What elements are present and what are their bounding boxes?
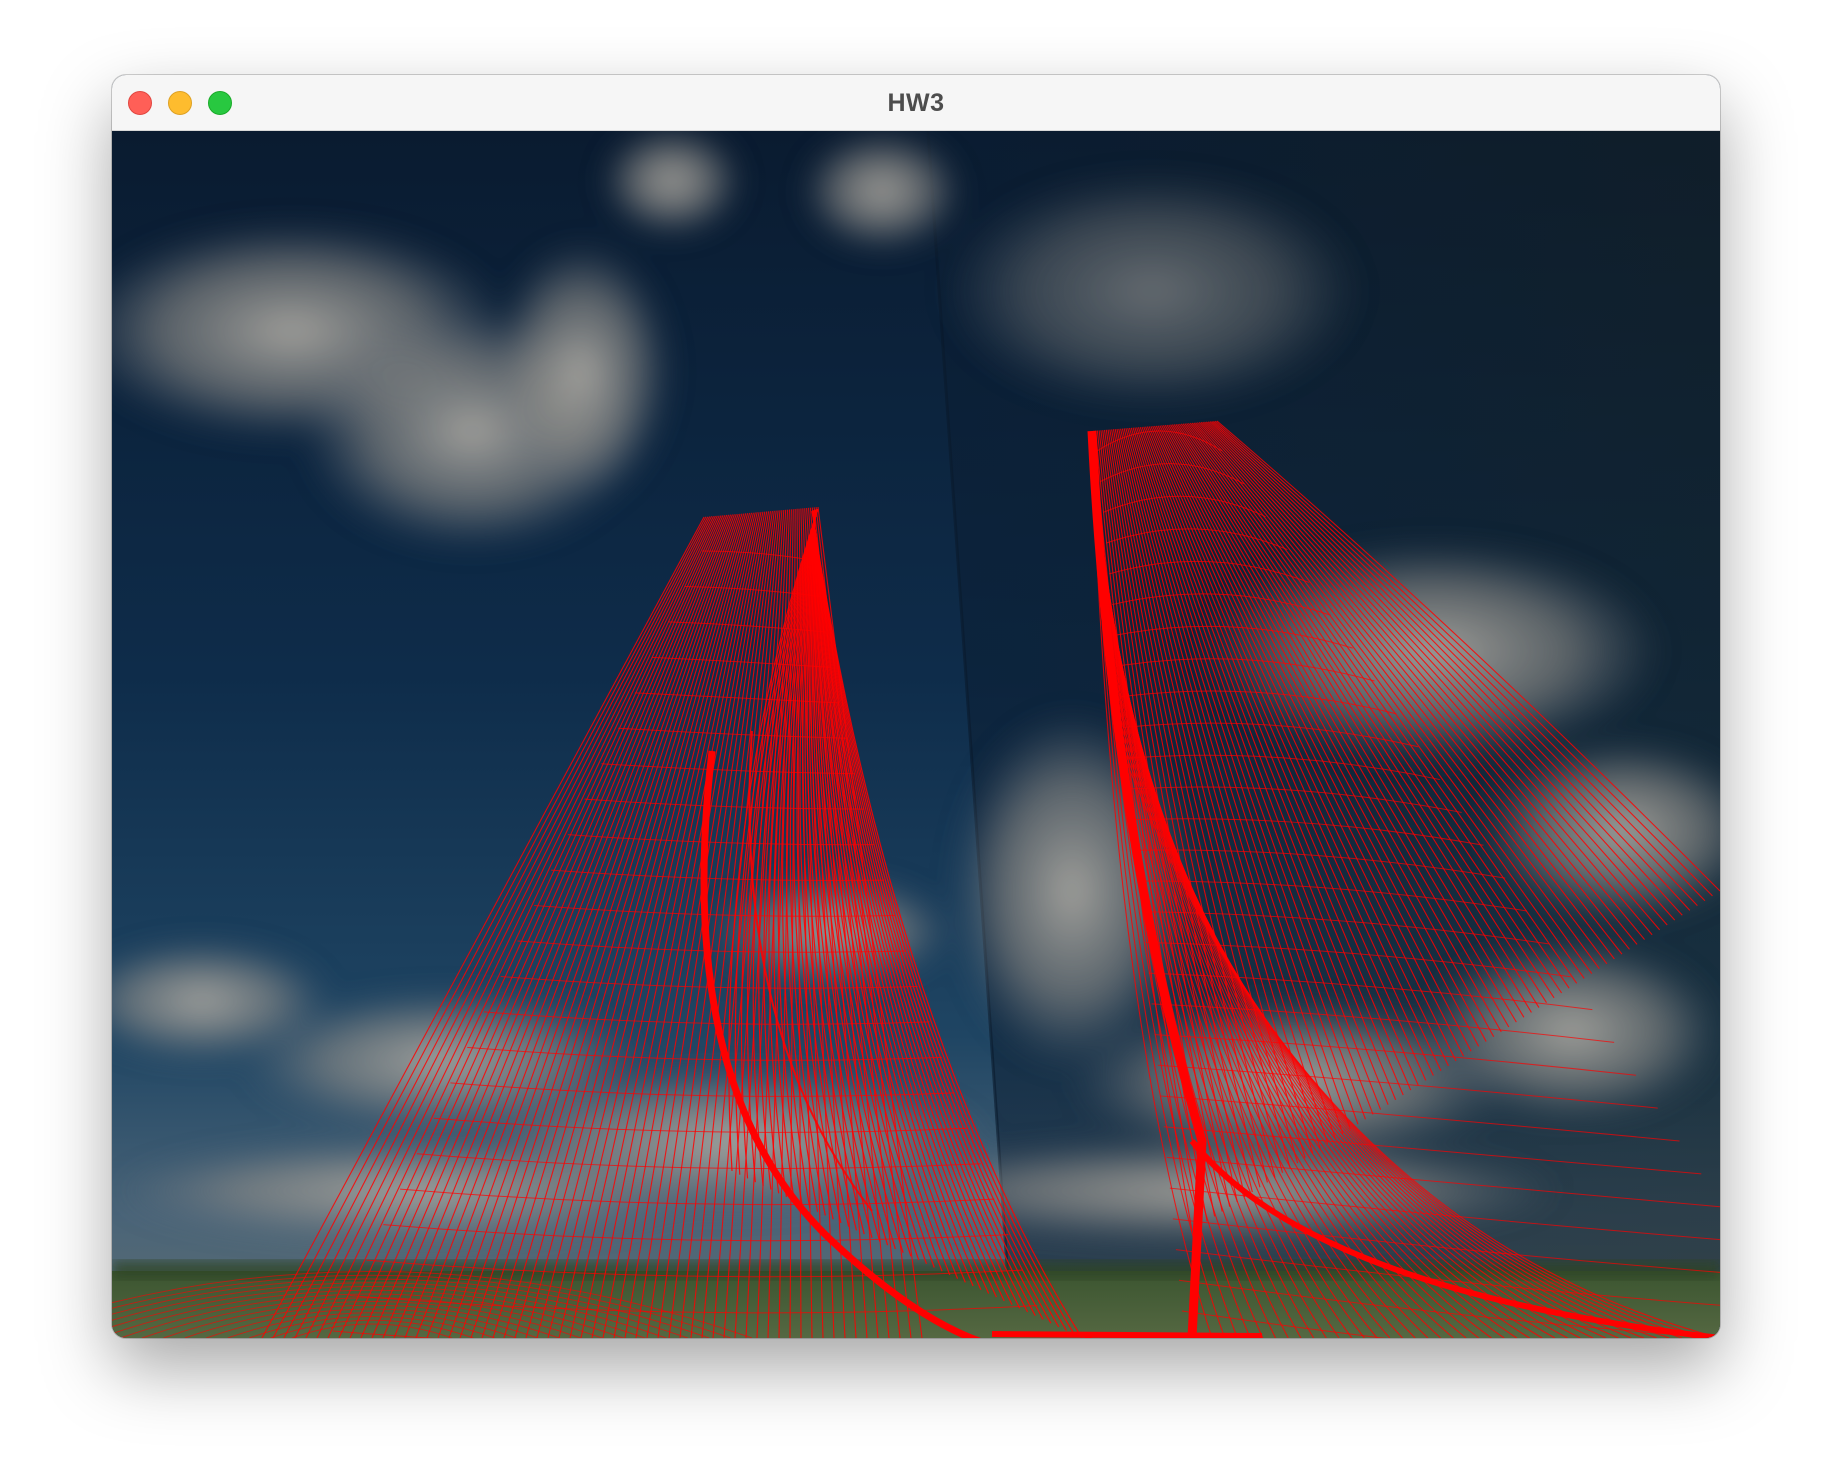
title-bar[interactable]: HW3: [112, 75, 1720, 131]
render-viewport[interactable]: [112, 131, 1720, 1338]
scene-canvas: [112, 131, 1720, 1338]
app-window: HW3: [112, 75, 1720, 1338]
window-title: HW3: [887, 89, 945, 117]
